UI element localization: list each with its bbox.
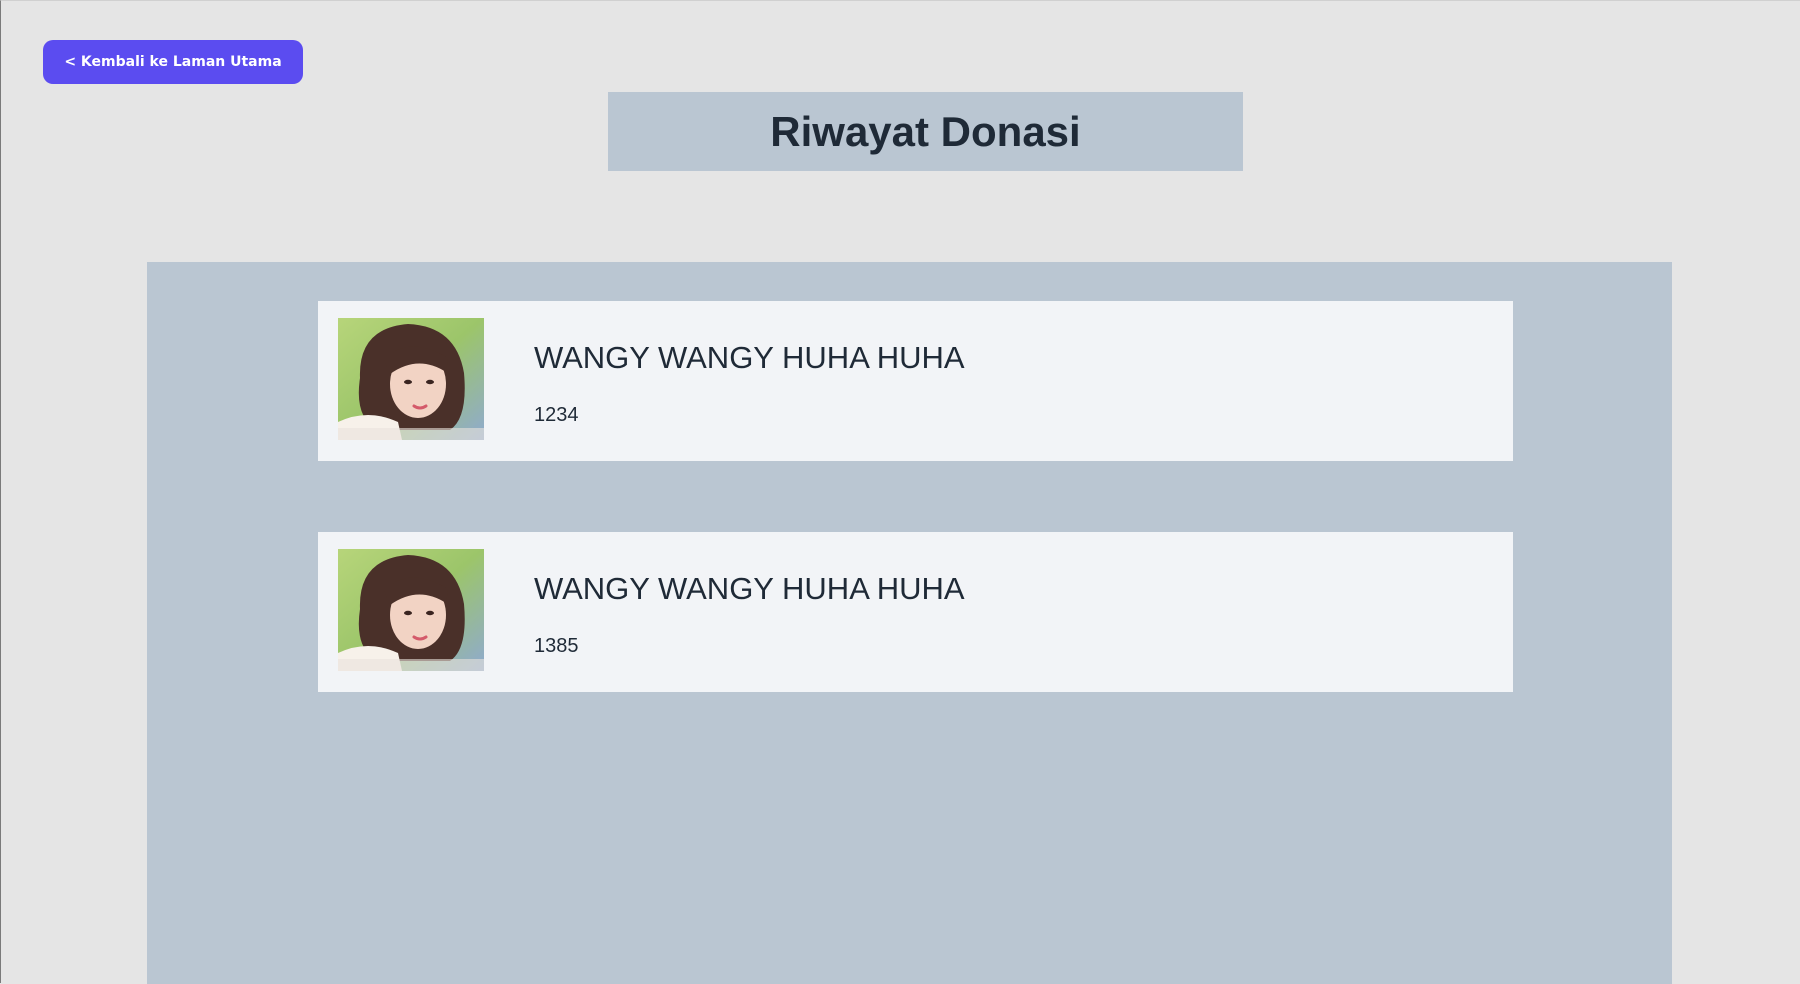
donation-thumbnail xyxy=(338,318,484,440)
page-title-box: Riwayat Donasi xyxy=(608,92,1243,171)
donation-amount: 1234 xyxy=(534,404,579,426)
back-to-home-button[interactable]: < Kembali ke Laman Utama xyxy=(43,40,303,84)
page-title: Riwayat Donasi xyxy=(770,107,1081,155)
donation-amount: 1385 xyxy=(534,635,579,657)
donation-thumbnail xyxy=(338,549,484,671)
donation-card[interactable]: WANGY WANGY HUHA HUHA 1385 xyxy=(318,532,1513,692)
donation-card[interactable]: WANGY WANGY HUHA HUHA 1234 xyxy=(318,301,1513,461)
donation-title: WANGY WANGY HUHA HUHA xyxy=(534,571,965,606)
donation-title: WANGY WANGY HUHA HUHA xyxy=(534,340,965,375)
donation-history-panel: WANGY WANGY HUHA HUHA 1234 WANGY WANGY H… xyxy=(147,262,1672,984)
